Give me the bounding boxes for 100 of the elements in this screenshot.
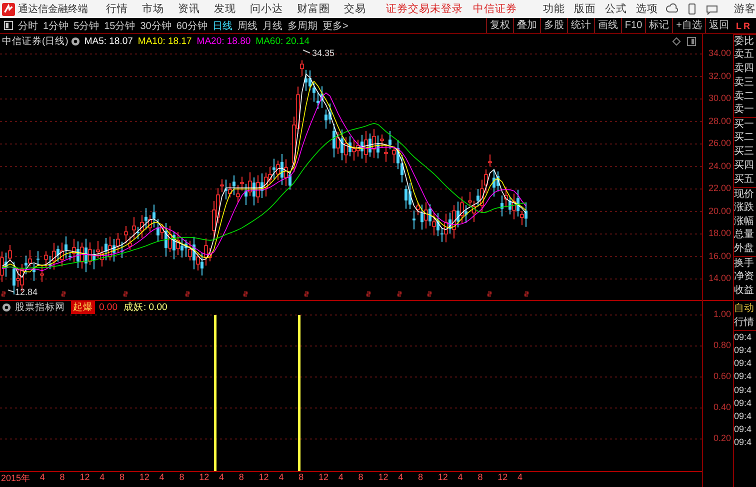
date-axis-label: 12 xyxy=(199,472,210,482)
right-toggle[interactable]: R xyxy=(742,20,750,30)
toolbar-button[interactable]: 复权 xyxy=(486,18,513,33)
date-axis-label: 4 xyxy=(458,472,463,482)
quote-field-label: 总量 xyxy=(734,228,755,242)
quote-field-label: 涨幅 xyxy=(734,214,755,228)
moving-average-label: MA60: 20.14 xyxy=(256,36,310,46)
quote-field-label: 买四 xyxy=(734,159,755,173)
price-axis-label: 20.00 xyxy=(708,206,731,216)
price-axis-label: 16.00 xyxy=(708,250,731,260)
menu-item[interactable]: 发现 xyxy=(214,2,236,16)
indicator-axis-label: 0.80 xyxy=(713,340,731,350)
event-marker-icon[interactable] xyxy=(398,292,402,296)
event-marker-icon[interactable] xyxy=(62,292,66,296)
panel-toggle-icon[interactable] xyxy=(4,21,13,30)
menu-item[interactable]: 版面 xyxy=(574,2,596,16)
period-tab[interactable]: 月线 xyxy=(262,18,282,32)
high-price-label: 34.35 xyxy=(312,48,335,58)
period-tab[interactable]: 30分钟 xyxy=(140,18,172,32)
low-price-label: 12.84 xyxy=(15,287,38,297)
date-axis-label: 8 xyxy=(418,472,424,482)
date-axis-label: 8 xyxy=(120,472,125,482)
date-axis-label: 12 xyxy=(80,472,90,482)
toolbar-button[interactable]: F10 xyxy=(620,18,646,33)
section-tab[interactable]: 行情 xyxy=(734,316,756,331)
price-axis-label: 14.00 xyxy=(708,273,731,283)
menu-item[interactable]: 资讯 xyxy=(178,2,200,16)
event-marker-icon[interactable] xyxy=(488,292,492,296)
trade-time: 09:4 xyxy=(734,330,753,344)
period-tab[interactable]: 5分钟 xyxy=(74,18,100,32)
menu-item[interactable]: 公式 xyxy=(605,2,627,16)
price-axis-label: 28.00 xyxy=(708,116,731,126)
event-marker-icon[interactable] xyxy=(2,292,6,296)
quote-field-label: 净资 xyxy=(734,270,755,284)
quote-field-label: 换手 xyxy=(734,256,756,270)
event-marker-icon[interactable] xyxy=(124,292,128,296)
menu-item[interactable]: 问小达 xyxy=(250,2,283,16)
quote-field-label: 卖二 xyxy=(734,90,755,104)
toolbar-button[interactable]: +自选 xyxy=(672,18,705,33)
period-tab[interactable]: 更多> xyxy=(322,18,348,32)
panel-toggle-icon[interactable] xyxy=(687,36,696,46)
quote-field-label: 买一 xyxy=(734,117,756,132)
menu-item[interactable]: 功能 xyxy=(543,2,565,16)
date-axis-label: 4 xyxy=(100,472,105,482)
indicator-name: 股票指标网 xyxy=(15,301,65,314)
auto-mode-label[interactable]: 自动 xyxy=(734,300,756,316)
trade-time: 09:4 xyxy=(734,436,753,450)
menu-item[interactable]: 行情 xyxy=(106,2,128,16)
menu-item[interactable]: 选项 xyxy=(636,2,658,16)
toolbar-button[interactable]: 统计 xyxy=(566,18,594,33)
event-marker-icon[interactable] xyxy=(524,292,528,296)
date-axis-label: 8 xyxy=(298,472,304,482)
date-axis-label: 4 xyxy=(398,472,404,482)
menu-item[interactable]: 交易 xyxy=(344,2,366,16)
toolbar-button[interactable]: 标记 xyxy=(645,18,672,33)
toolbar-button[interactable]: 画线 xyxy=(594,18,621,33)
date-axis-label: 4 xyxy=(40,472,45,482)
message-icon[interactable] xyxy=(706,3,718,15)
diamond-icon[interactable] xyxy=(672,36,681,46)
event-marker-icon[interactable] xyxy=(304,292,308,296)
settings-icon[interactable] xyxy=(71,36,80,46)
event-marker-icon[interactable] xyxy=(186,292,190,296)
trade-time: 09:4 xyxy=(734,396,753,410)
date-axis-label: 4 xyxy=(518,472,523,482)
period-tab[interactable]: 15分钟 xyxy=(104,18,136,32)
period-tab[interactable]: 日线 xyxy=(212,18,232,32)
price-axis-label: 32.00 xyxy=(708,70,731,80)
date-axis-label: 4 xyxy=(159,472,164,482)
period-tab[interactable]: 周线 xyxy=(238,18,258,32)
price-axis-label: 30.00 xyxy=(708,93,731,103)
login-status[interactable]: 证券交易未登录 xyxy=(386,2,463,16)
user-name[interactable]: 游客 xyxy=(734,2,756,16)
toolbar-button[interactable]: 叠加 xyxy=(512,18,540,33)
date-axis-label: 12 xyxy=(318,472,329,482)
date-axis-label: 8 xyxy=(478,472,483,482)
toolbar-button[interactable]: 多股 xyxy=(540,18,567,33)
trade-time: 09:4 xyxy=(734,410,753,424)
period-tab[interactable]: 多周期 xyxy=(288,18,318,32)
moving-average-label: MA10: 18.17 xyxy=(138,36,192,46)
left-toggle[interactable]: L xyxy=(732,20,742,30)
quote-field-label: 委比 xyxy=(734,34,756,48)
period-tab[interactable]: 分时 xyxy=(18,18,38,32)
settings-icon[interactable] xyxy=(2,303,11,312)
event-marker-icon[interactable] xyxy=(244,292,248,296)
menu-item[interactable]: 财富圈 xyxy=(297,2,330,16)
date-axis-label: 12 xyxy=(378,472,388,482)
price-axis-label: 22.00 xyxy=(708,183,731,193)
indicator-axis-label: 1.00 xyxy=(713,309,731,319)
broker-link[interactable]: 中信证券 xyxy=(473,2,517,16)
period-tab[interactable]: 1分钟 xyxy=(43,18,69,32)
period-tab[interactable]: 60分钟 xyxy=(176,18,208,32)
phone-icon[interactable] xyxy=(686,3,698,15)
quote-field-label: 买三 xyxy=(734,145,755,160)
trade-time: 09:4 xyxy=(734,344,753,358)
quote-field-label: 买二 xyxy=(734,131,755,146)
menu-item[interactable]: 市场 xyxy=(142,2,164,16)
event-marker-icon[interactable] xyxy=(366,292,370,296)
cloud-icon[interactable] xyxy=(666,3,678,15)
toolbar-button[interactable]: 返回 xyxy=(705,18,732,33)
event-marker-icon[interactable] xyxy=(428,292,432,296)
